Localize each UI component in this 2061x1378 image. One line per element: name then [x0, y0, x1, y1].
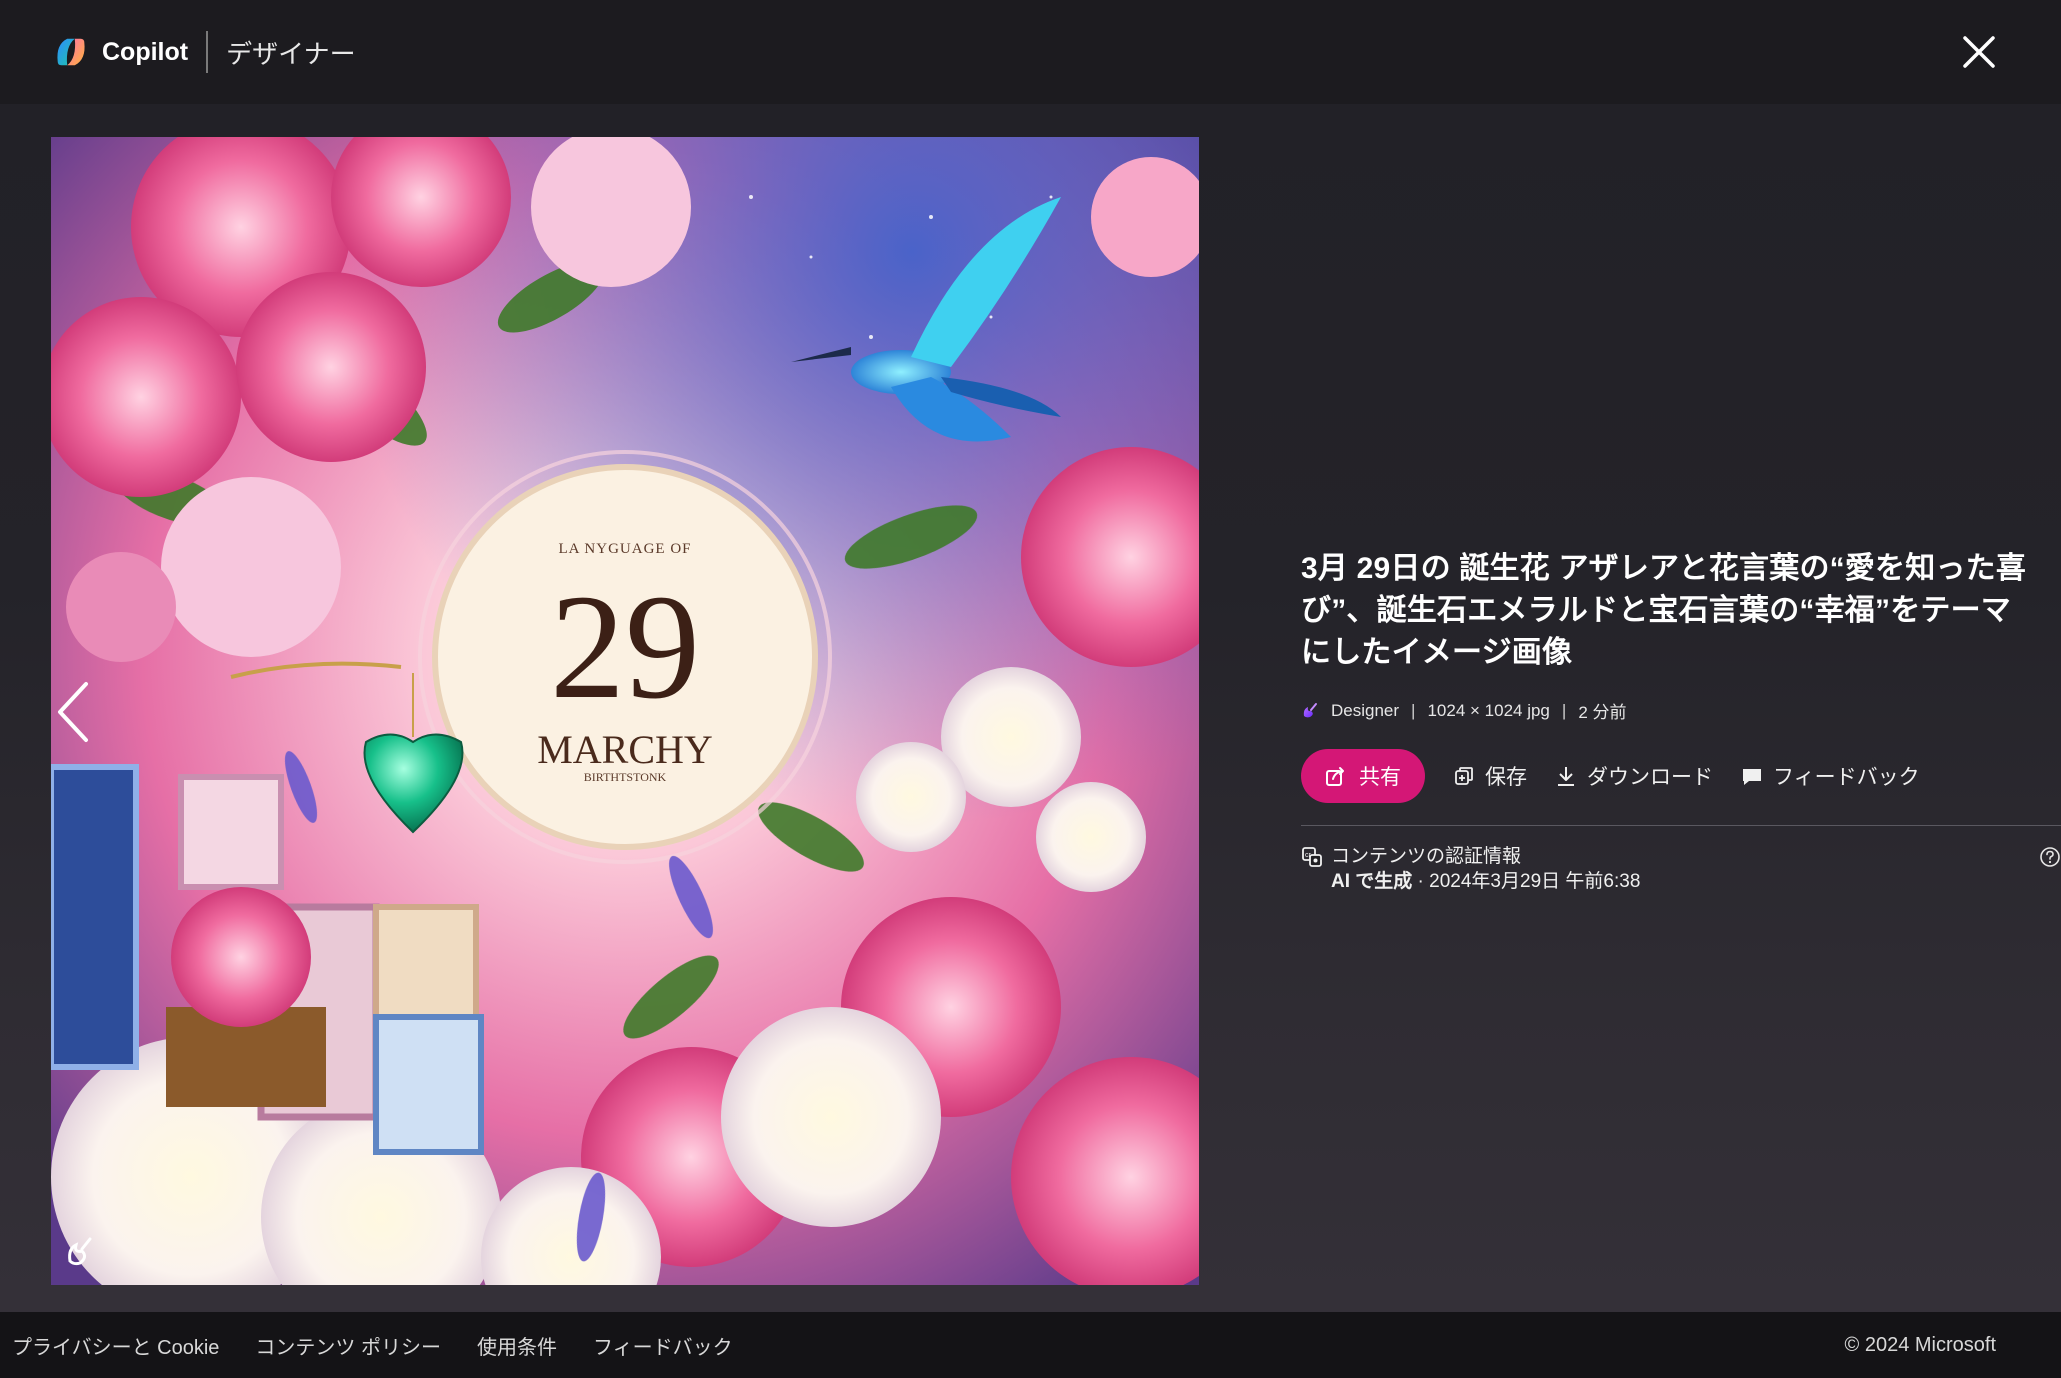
- meta-separator: |: [1411, 700, 1416, 720]
- brand[interactable]: Copilot デザイナー: [52, 31, 356, 73]
- download-button[interactable]: ダウンロード: [1555, 761, 1713, 791]
- close-button[interactable]: [1955, 28, 2003, 76]
- footer-link-content-policy[interactable]: コンテンツ ポリシー: [255, 1331, 441, 1360]
- designer-icon: [1303, 702, 1317, 717]
- help-icon[interactable]: [2039, 846, 2061, 868]
- artwork-illustration: LA NYGUAGE OF 29 MARCHY BIRTHTSTONK: [51, 137, 1199, 1285]
- details-divider: [1301, 825, 2061, 826]
- meta-size: 1024 × 1024 jpg: [1427, 700, 1550, 720]
- footer-link-terms[interactable]: 使用条件: [477, 1331, 557, 1360]
- content-credentials: cr コンテンツの認証情報 AI で生成 · 2024年3月29日 午前6:38: [1301, 844, 2061, 894]
- meta-source: Designer: [1331, 700, 1400, 720]
- footer-link-feedback[interactable]: フィードバック: [593, 1331, 733, 1360]
- image-meta: Designer | 1024 × 1024 jpg | 2 分前: [1301, 698, 2041, 723]
- generated-date: · 2024年3月29日 午前6:38: [1412, 871, 1641, 892]
- brand-subtitle: デザイナー: [226, 38, 356, 69]
- generated-image[interactable]: LA NYGUAGE OF 29 MARCHY BIRTHTSTONK: [51, 137, 1199, 1285]
- download-label: ダウンロード: [1587, 766, 1713, 789]
- artwork-month: MARCHY: [537, 727, 713, 772]
- share-icon: [1326, 767, 1344, 786]
- content-credentials-detail: AI で生成 · 2024年3月29日 午前6:38: [1331, 869, 1640, 894]
- artwork-bottom-line: BIRTHTSTONK: [584, 770, 667, 784]
- footer-link-privacy[interactable]: プライバシーと Cookie: [12, 1331, 219, 1360]
- chevron-left-icon: [58, 682, 88, 742]
- feedback-label: フィードバック: [1773, 766, 1920, 789]
- image-title: 3月 29日の 誕生花 アザレアと花言葉の“愛を知った喜び”、誕生石エメラルドと…: [1301, 552, 2027, 669]
- ai-generated-label: AI で生成: [1331, 871, 1413, 892]
- meta-separator: |: [1561, 700, 1567, 720]
- content-credentials-icon: cr: [1302, 847, 1322, 867]
- share-button[interactable]: 共有: [1301, 749, 1425, 803]
- save-collection-icon: [1455, 767, 1473, 785]
- artwork-day-number: 29: [550, 564, 700, 730]
- top-bar: Copilot デザイナー: [0, 0, 2061, 104]
- share-label: 共有: [1359, 766, 1401, 789]
- footer-links: プライバシーと Cookie コンテンツ ポリシー 使用条件 フィードバック: [12, 1331, 769, 1360]
- footer: プライバシーと Cookie コンテンツ ポリシー 使用条件 フィードバック ©…: [0, 1312, 2061, 1378]
- save-button[interactable]: 保存: [1453, 761, 1527, 791]
- meta-time: 2 分前: [1578, 703, 1627, 722]
- brand-divider: [206, 31, 209, 73]
- copyright: © 2024 Microsoft: [1844, 1333, 1996, 1356]
- download-icon: [1558, 767, 1574, 786]
- feedback-button[interactable]: フィードバック: [1741, 761, 1920, 791]
- brand-name: Copilot: [102, 37, 189, 66]
- feedback-icon: [1743, 769, 1761, 785]
- image-details-panel: 3月 29日の 誕生花 アザレアと花言葉の“愛を知った喜び”、誕生石エメラルドと…: [1301, 548, 2061, 894]
- close-icon: [1963, 36, 1995, 68]
- artwork-small-line: LA NYGUAGE OF: [559, 541, 692, 557]
- content-credentials-title: コンテンツの認証情報: [1331, 846, 1522, 867]
- save-label: 保存: [1485, 766, 1527, 789]
- designer-watermark-icon: [62, 1235, 96, 1269]
- copilot-logo-icon: [57, 38, 85, 66]
- image-actions: 共有 保存 ダウンロード フィードバック: [1301, 749, 2041, 803]
- previous-image-button[interactable]: [54, 680, 94, 744]
